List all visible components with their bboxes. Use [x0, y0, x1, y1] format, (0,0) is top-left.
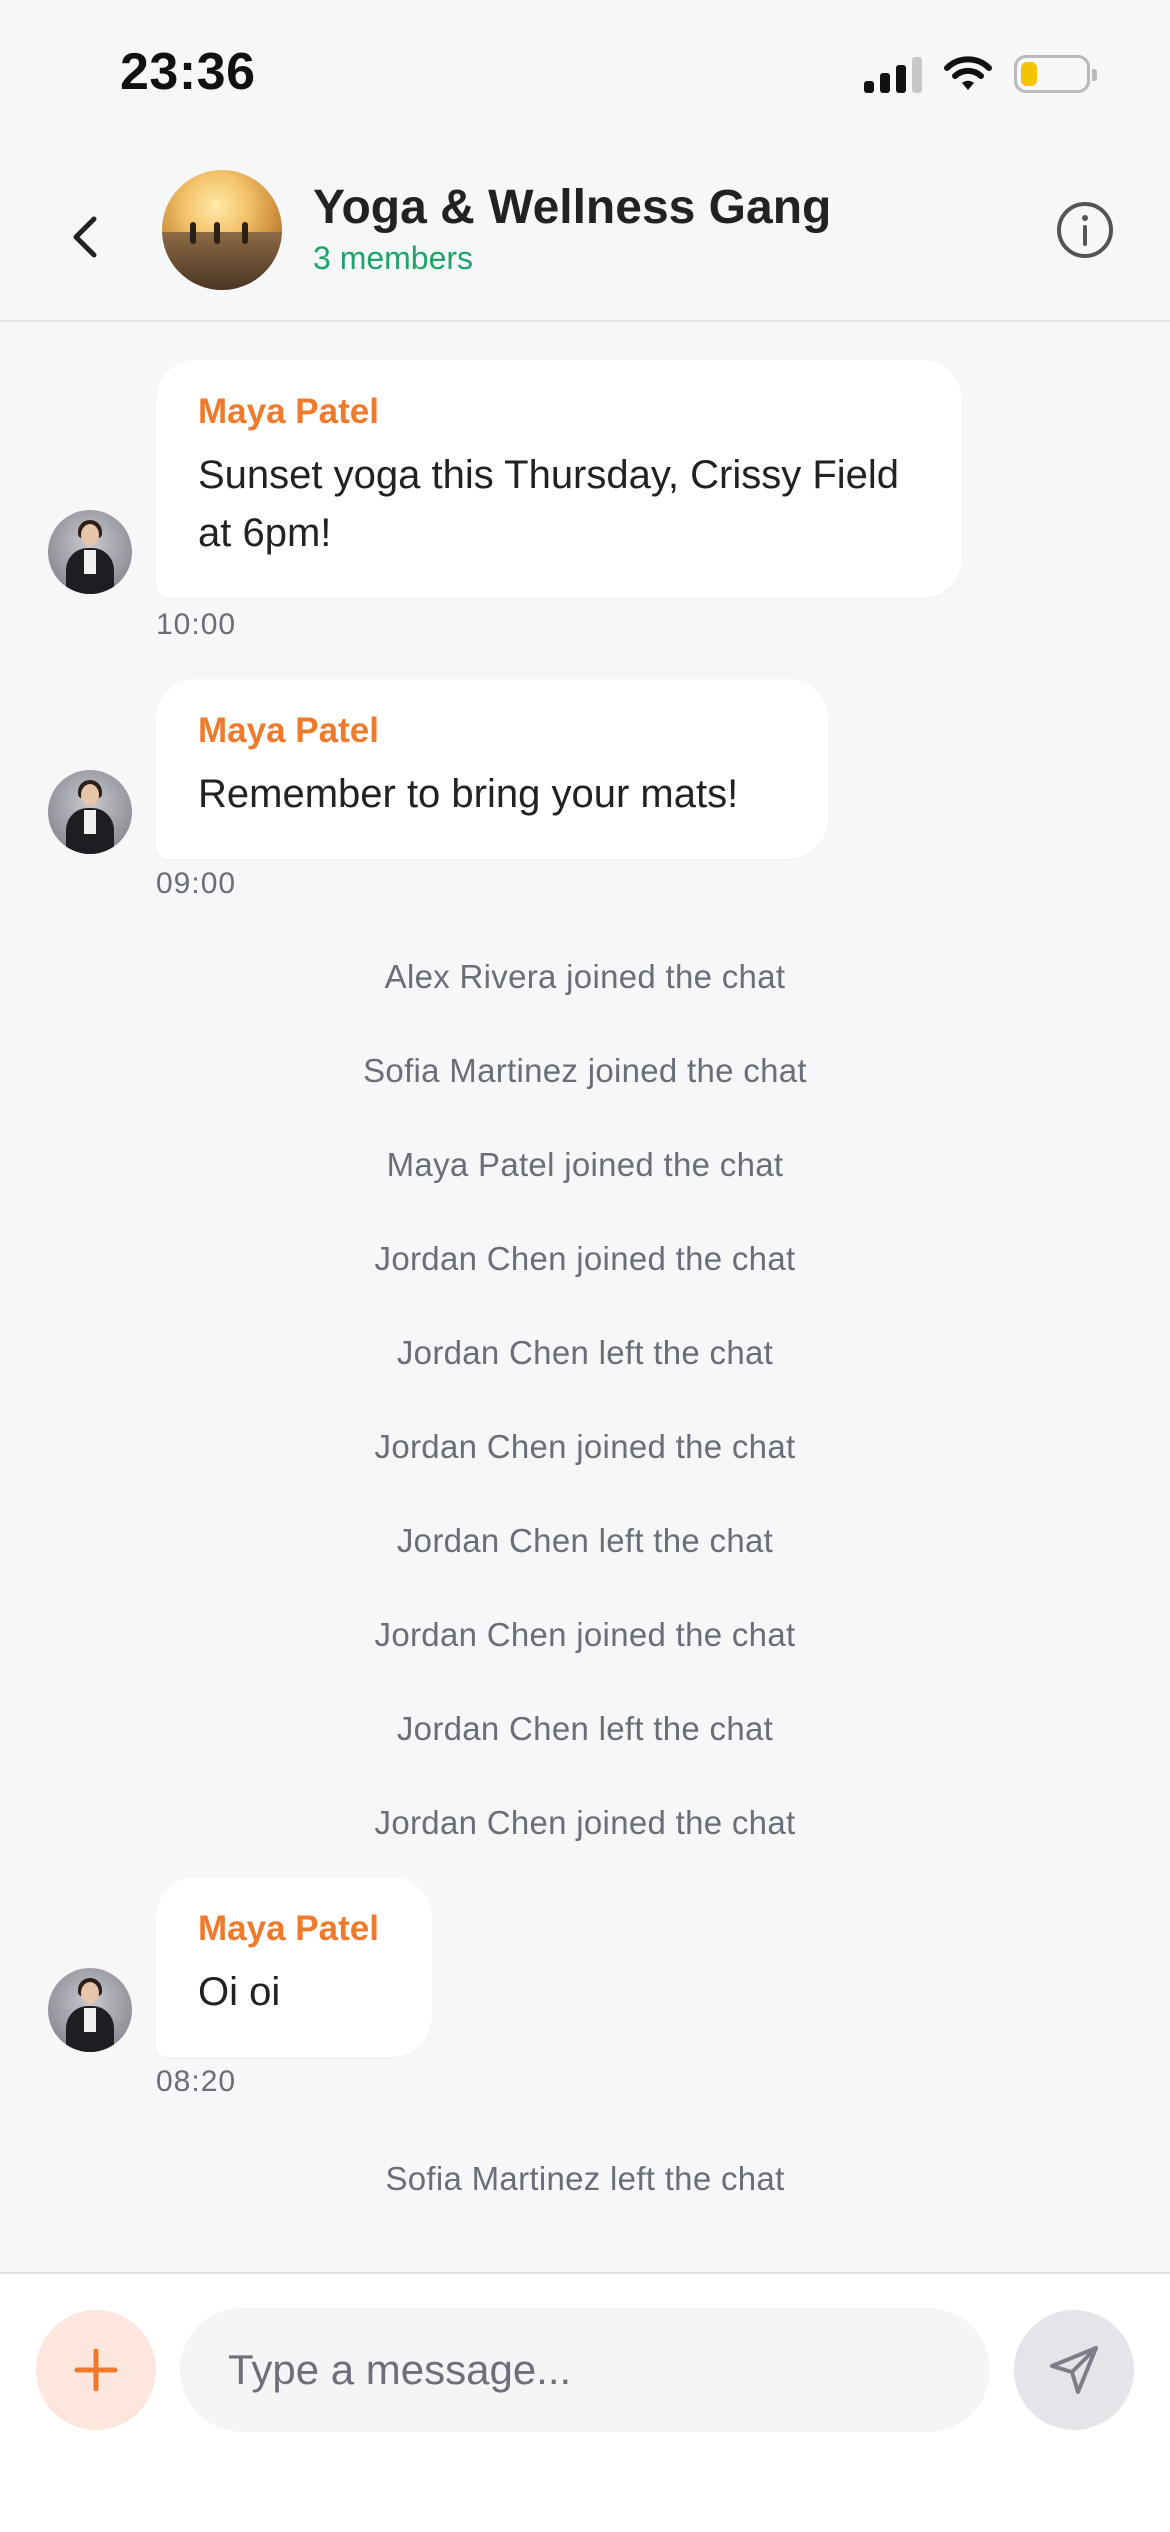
chat-header: Yoga & Wellness Gang 3 members	[0, 150, 1170, 322]
send-icon	[1050, 2346, 1098, 2394]
message-time: 09:00	[156, 867, 237, 900]
group-avatar[interactable]	[162, 170, 282, 290]
avatar[interactable]	[48, 1968, 132, 2052]
add-attachment-button[interactable]	[36, 2310, 156, 2430]
avatar[interactable]	[48, 510, 132, 594]
chevron-left-icon	[73, 216, 97, 258]
sender-name: Maya Patel	[198, 1909, 379, 1948]
wifi-icon	[944, 56, 992, 90]
message-text: Sunset yoga this Thursday, Crissy Field …	[198, 453, 900, 555]
back-button[interactable]	[60, 202, 110, 272]
system-event: Jordan Chen joined the chat	[374, 1616, 796, 1653]
system-event: Jordan Chen joined the chat	[374, 1240, 796, 1277]
group-title[interactable]: Yoga & Wellness Gang	[313, 180, 831, 235]
battery-icon	[1014, 55, 1097, 93]
system-event: Alex Rivera joined the chat	[384, 958, 786, 995]
message-text: Remember to bring your mats!	[198, 772, 739, 816]
info-icon	[1057, 202, 1113, 258]
member-count: 3 members	[313, 240, 474, 276]
message-time: 10:00	[156, 608, 237, 641]
info-button[interactable]	[1055, 200, 1115, 260]
system-event: Jordan Chen left the chat	[396, 1334, 774, 1371]
message-composer	[0, 2272, 1170, 2532]
send-button[interactable]	[1014, 2310, 1134, 2430]
system-event: Sofia Martinez joined the chat	[363, 1052, 807, 1089]
message-input[interactable]	[180, 2308, 990, 2432]
signal-icon	[864, 55, 922, 93]
message-time: 08:20	[156, 2065, 237, 2098]
plus-icon	[74, 2348, 118, 2392]
system-event: Jordan Chen left the chat	[396, 1522, 774, 1559]
message-text: Oi oi	[198, 1970, 281, 2014]
system-event: Jordan Chen joined the chat	[374, 1428, 796, 1465]
sender-name: Maya Patel	[198, 711, 379, 750]
system-event: Sofia Martinez left the chat	[385, 2160, 785, 2197]
system-event: Maya Patel joined the chat	[386, 1146, 784, 1183]
message-bubble[interactable]: Maya Patel Remember to bring your mats!	[156, 679, 828, 859]
avatar[interactable]	[48, 770, 132, 854]
status-icons	[864, 54, 1097, 94]
message-bubble[interactable]: Maya Patel Oi oi	[156, 1877, 432, 2057]
status-time: 23:36	[120, 43, 256, 101]
system-event: Jordan Chen left the chat	[396, 1710, 774, 1747]
message-bubble[interactable]: Maya Patel Sunset yoga this Thursday, Cr…	[156, 360, 962, 598]
status-bar: 23:36	[0, 0, 1170, 150]
sender-name: Maya Patel	[198, 392, 379, 431]
system-event: Jordan Chen joined the chat	[374, 1804, 796, 1841]
